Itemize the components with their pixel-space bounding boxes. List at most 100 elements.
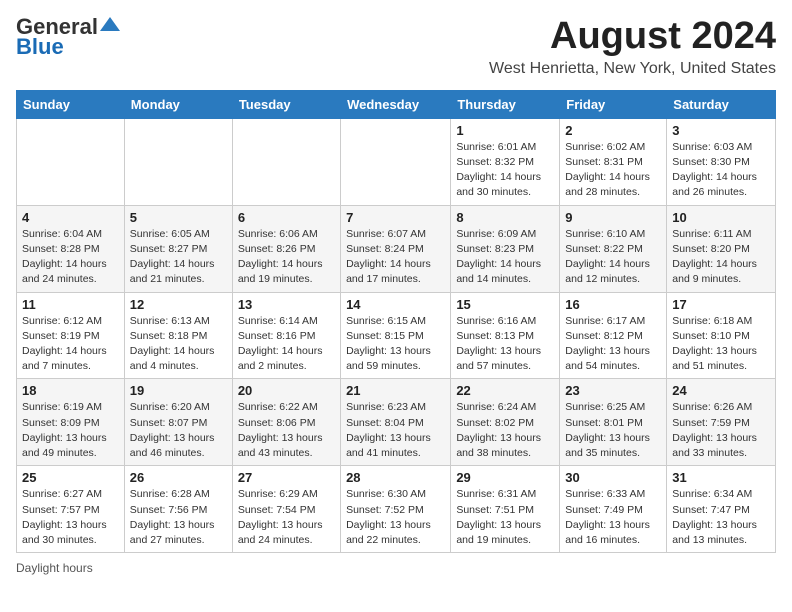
table-row: 15 Sunrise: 6:16 AMSunset: 8:13 PMDayligh… [451, 292, 560, 379]
day-number: 28 [346, 470, 445, 485]
table-row: 17Sunrise: 6:18 AMSunset: 8:10 PMDayligh… [667, 292, 776, 379]
table-row: 18 Sunrise: 6:19 AMSunset: 8:09 PMDayligh… [17, 379, 125, 466]
day-info: Sunrise: 6:30 AMSunset: 7:52 PMDaylight:… [346, 487, 445, 548]
table-row: 21 Sunrise: 6:23 AMSunset: 8:04 PMDayligh… [341, 379, 451, 466]
calendar-table: SundayMondayTuesdayWednesdayThursdayFrid… [16, 90, 776, 553]
day-info: Sunrise: 6:01 AMSunset: 8:32 PMDaylight:… [456, 140, 554, 201]
table-row [17, 118, 125, 205]
day-number: 24 [672, 383, 770, 398]
table-row: 22 Sunrise: 6:24 AMSunset: 8:02 PMDayligh… [451, 379, 560, 466]
day-number: 14 [346, 297, 445, 312]
day-info: Sunrise: 6:18 AMSunset: 8:10 PMDaylight:… [672, 314, 770, 375]
table-row: 2Sunrise: 6:02 AMSunset: 8:31 PMDaylight… [560, 118, 667, 205]
day-number: 26 [130, 470, 227, 485]
day-info: Sunrise: 6:13 AMSunset: 8:18 PMDaylight:… [130, 314, 227, 375]
day-number: 9 [565, 210, 661, 225]
table-row: 20 Sunrise: 6:22 AMSunset: 8:06 PMDayligh… [232, 379, 340, 466]
table-row: 25 Sunrise: 6:27 AMSunset: 7:57 PMDayligh… [17, 466, 125, 553]
table-row [232, 118, 340, 205]
table-row: 14 Sunrise: 6:15 AMSunset: 8:15 PMDayligh… [341, 292, 451, 379]
day-number: 25 [22, 470, 119, 485]
day-info: Sunrise: 6:15 AMSunset: 8:15 PMDaylight:… [346, 314, 445, 375]
day-number: 8 [456, 210, 554, 225]
table-row [124, 118, 232, 205]
table-row: 26 Sunrise: 6:28 AMSunset: 7:56 PMDayligh… [124, 466, 232, 553]
day-info: Sunrise: 6:27 AMSunset: 7:57 PMDaylight:… [22, 487, 119, 548]
day-number: 13 [238, 297, 335, 312]
day-number: 4 [22, 210, 119, 225]
day-number: 2 [565, 123, 661, 138]
day-number: 29 [456, 470, 554, 485]
day-number: 19 [130, 383, 227, 398]
day-info: Sunrise: 6:22 AMSunset: 8:06 PMDaylight:… [238, 400, 335, 461]
day-header-thursday: Thursday [451, 90, 560, 118]
day-info: Sunrise: 6:04 AMSunset: 8:28 PMDaylight:… [22, 227, 119, 288]
day-number: 5 [130, 210, 227, 225]
day-header-sunday: Sunday [17, 90, 125, 118]
table-row: 13 Sunrise: 6:14 AMSunset: 8:16 PMDayligh… [232, 292, 340, 379]
table-row: 28 Sunrise: 6:30 AMSunset: 7:52 PMDayligh… [341, 466, 451, 553]
calendar-week-3: 11Sunrise: 6:12 AMSunset: 8:19 PMDayligh… [17, 292, 776, 379]
day-header-tuesday: Tuesday [232, 90, 340, 118]
day-info: Sunrise: 6:33 AMSunset: 7:49 PMDaylight:… [565, 487, 661, 548]
table-row: 7 Sunrise: 6:07 AMSunset: 8:24 PMDaylight… [341, 205, 451, 292]
day-info: Sunrise: 6:03 AMSunset: 8:30 PMDaylight:… [672, 140, 770, 201]
day-number: 10 [672, 210, 770, 225]
logo: General Blue [16, 16, 120, 58]
day-number: 6 [238, 210, 335, 225]
day-number: 12 [130, 297, 227, 312]
day-info: Sunrise: 6:25 AMSunset: 8:01 PMDaylight:… [565, 400, 661, 461]
day-info: Sunrise: 6:17 AMSunset: 8:12 PMDaylight:… [565, 314, 661, 375]
day-number: 22 [456, 383, 554, 398]
day-info: Sunrise: 6:31 AMSunset: 7:51 PMDaylight:… [456, 487, 554, 548]
day-info: Sunrise: 6:06 AMSunset: 8:26 PMDaylight:… [238, 227, 335, 288]
day-number: 7 [346, 210, 445, 225]
month-title: August 2024 [489, 16, 776, 58]
table-row: 10 Sunrise: 6:11 AMSunset: 8:20 PMDayligh… [667, 205, 776, 292]
table-row: 8 Sunrise: 6:09 AMSunset: 8:23 PMDaylight… [451, 205, 560, 292]
table-row: 19 Sunrise: 6:20 AMSunset: 8:07 PMDayligh… [124, 379, 232, 466]
days-header-row: SundayMondayTuesdayWednesdayThursdayFrid… [17, 90, 776, 118]
day-info: Sunrise: 6:10 AMSunset: 8:22 PMDaylight:… [565, 227, 661, 288]
day-number: 1 [456, 123, 554, 138]
calendar-week-5: 25 Sunrise: 6:27 AMSunset: 7:57 PMDayligh… [17, 466, 776, 553]
day-number: 3 [672, 123, 770, 138]
table-row: 11Sunrise: 6:12 AMSunset: 8:19 PMDayligh… [17, 292, 125, 379]
title-area: August 2024 West Henrietta, New York, Un… [489, 16, 776, 78]
day-number: 21 [346, 383, 445, 398]
day-info: Sunrise: 6:07 AMSunset: 8:24 PMDaylight:… [346, 227, 445, 288]
day-number: 16 [565, 297, 661, 312]
day-header-saturday: Saturday [667, 90, 776, 118]
table-row: 31Sunrise: 6:34 AMSunset: 7:47 PMDayligh… [667, 466, 776, 553]
day-info: Sunrise: 6:14 AMSunset: 8:16 PMDaylight:… [238, 314, 335, 375]
day-info: Sunrise: 6:24 AMSunset: 8:02 PMDaylight:… [456, 400, 554, 461]
table-row: 30 Sunrise: 6:33 AMSunset: 7:49 PMDayligh… [560, 466, 667, 553]
day-number: 20 [238, 383, 335, 398]
day-header-wednesday: Wednesday [341, 90, 451, 118]
table-row: 16 Sunrise: 6:17 AMSunset: 8:12 PMDayligh… [560, 292, 667, 379]
location-text: West Henrietta, New York, United States [489, 60, 776, 78]
table-row: 27Sunrise: 6:29 AMSunset: 7:54 PMDayligh… [232, 466, 340, 553]
table-row: 12 Sunrise: 6:13 AMSunset: 8:18 PMDayligh… [124, 292, 232, 379]
day-info: Sunrise: 6:05 AMSunset: 8:27 PMDaylight:… [130, 227, 227, 288]
day-header-monday: Monday [124, 90, 232, 118]
day-number: 15 [456, 297, 554, 312]
day-info: Sunrise: 6:28 AMSunset: 7:56 PMDaylight:… [130, 487, 227, 548]
day-info: Sunrise: 6:16 AMSunset: 8:13 PMDaylight:… [456, 314, 554, 375]
day-header-friday: Friday [560, 90, 667, 118]
day-number: 27 [238, 470, 335, 485]
day-info: Sunrise: 6:19 AMSunset: 8:09 PMDaylight:… [22, 400, 119, 461]
day-number: 18 [22, 383, 119, 398]
day-info: Sunrise: 6:11 AMSunset: 8:20 PMDaylight:… [672, 227, 770, 288]
table-row: 3 Sunrise: 6:03 AMSunset: 8:30 PMDaylight… [667, 118, 776, 205]
day-info: Sunrise: 6:09 AMSunset: 8:23 PMDaylight:… [456, 227, 554, 288]
day-info: Sunrise: 6:20 AMSunset: 8:07 PMDaylight:… [130, 400, 227, 461]
table-row: 5 Sunrise: 6:05 AMSunset: 8:27 PMDaylight… [124, 205, 232, 292]
day-number: 30 [565, 470, 661, 485]
calendar-week-1: 1 Sunrise: 6:01 AMSunset: 8:32 PMDaylight… [17, 118, 776, 205]
day-info: Sunrise: 6:12 AMSunset: 8:19 PMDaylight:… [22, 314, 119, 375]
footer-note: Daylight hours [16, 561, 776, 575]
logo-blue-text: Blue [16, 36, 64, 58]
table-row: 29 Sunrise: 6:31 AMSunset: 7:51 PMDayligh… [451, 466, 560, 553]
day-info: Sunrise: 6:23 AMSunset: 8:04 PMDaylight:… [346, 400, 445, 461]
